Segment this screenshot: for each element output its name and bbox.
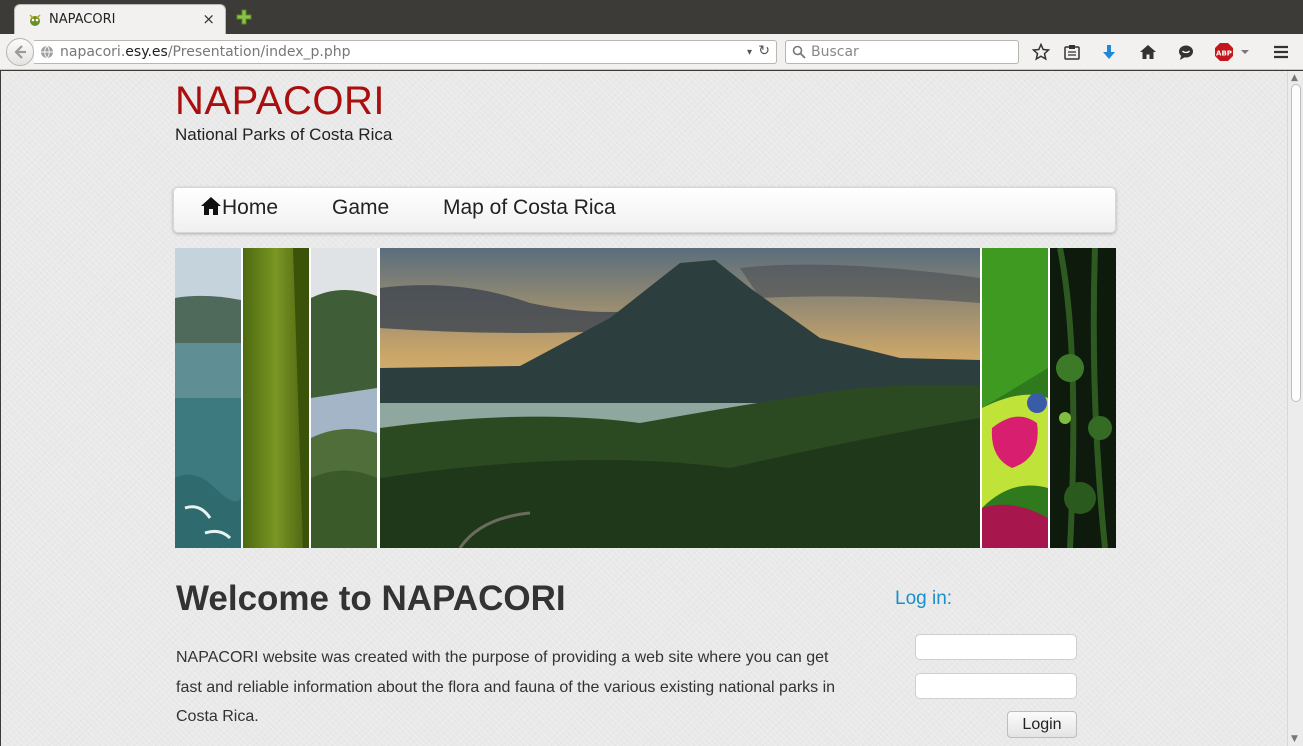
url-history-dropdown-icon[interactable]: ▾ xyxy=(747,44,752,62)
password-field[interactable] xyxy=(915,673,1077,699)
reload-icon[interactable]: ↻ xyxy=(758,43,770,59)
username-field[interactable] xyxy=(915,634,1077,660)
scroll-down-icon[interactable]: ▼ xyxy=(1291,734,1298,744)
scroll-up-icon[interactable]: ▲ xyxy=(1291,73,1298,83)
search-input[interactable]: Buscar xyxy=(811,44,859,60)
tab-title: NAPACORI xyxy=(49,12,116,27)
nav-item-map[interactable]: Map of Costa Rica xyxy=(443,196,616,220)
red-eyed-frog-photo xyxy=(982,248,1048,548)
nav-home-label: Home xyxy=(222,196,279,219)
url-domain: esy.es xyxy=(125,44,168,60)
back-button[interactable] xyxy=(6,38,34,66)
navigation-toolbar: napacori.esy.es/Presentation/index_p.php… xyxy=(0,34,1303,70)
page-scrollbar[interactable]: ▲ ▼ xyxy=(1287,71,1303,746)
browser-tab[interactable]: NAPACORI × xyxy=(14,4,226,34)
search-icon xyxy=(792,45,806,59)
site-favicon-icon xyxy=(29,14,41,26)
page-viewport: NAPACORI National Parks of Costa Rica Ho… xyxy=(1,71,1287,746)
url-prefix: napacori. xyxy=(60,44,126,60)
home-icon xyxy=(201,197,221,215)
tab-close-icon[interactable]: × xyxy=(202,10,215,28)
bookmark-star-icon[interactable] xyxy=(1032,43,1050,61)
download-icon[interactable] xyxy=(1100,43,1118,61)
back-arrow-icon xyxy=(14,45,26,59)
globe-icon xyxy=(41,45,53,59)
coastline-photo xyxy=(175,248,241,548)
adblock-dropdown-icon[interactable] xyxy=(1240,43,1250,61)
site-subtitle: National Parks of Costa Rica xyxy=(175,125,393,144)
home-icon[interactable] xyxy=(1139,43,1157,61)
chat-icon[interactable] xyxy=(1177,43,1195,61)
main-nav-menu: Home Game Map of Costa Rica xyxy=(173,187,1116,233)
url-path: /Presentation/index_p.php xyxy=(167,44,351,60)
arenal-volcano-photo xyxy=(380,248,980,548)
welcome-heading: Welcome to NAPACORI xyxy=(176,579,566,618)
green-leaf-photo xyxy=(243,248,309,548)
adblock-label: ABP xyxy=(1216,50,1232,58)
nav-item-game[interactable]: Game xyxy=(332,196,389,220)
new-tab-icon[interactable] xyxy=(235,8,253,26)
url-bar[interactable]: napacori.esy.es/Presentation/index_p.php… xyxy=(34,40,777,64)
adblock-icon[interactable]: ABP xyxy=(1214,42,1234,62)
scrollbar-thumb[interactable] xyxy=(1291,84,1301,402)
lagoon-forest-photo xyxy=(311,248,377,548)
reading-list-icon[interactable] xyxy=(1063,43,1081,61)
jungle-vines-photo xyxy=(1050,248,1116,548)
photo-banner xyxy=(175,248,1116,548)
tab-strip: NAPACORI × xyxy=(0,0,1303,34)
menu-icon[interactable] xyxy=(1272,43,1290,61)
login-button[interactable]: Login xyxy=(1007,711,1077,738)
intro-paragraph: NAPACORI website was created with the pu… xyxy=(176,649,836,725)
site-title: NAPACORI xyxy=(175,79,385,123)
nav-item-home[interactable]: Home xyxy=(200,196,278,220)
login-title: Log in: xyxy=(895,588,953,609)
search-bar[interactable]: Buscar xyxy=(785,40,1019,64)
url-text[interactable]: napacori.esy.es/Presentation/index_p.php xyxy=(60,44,351,60)
